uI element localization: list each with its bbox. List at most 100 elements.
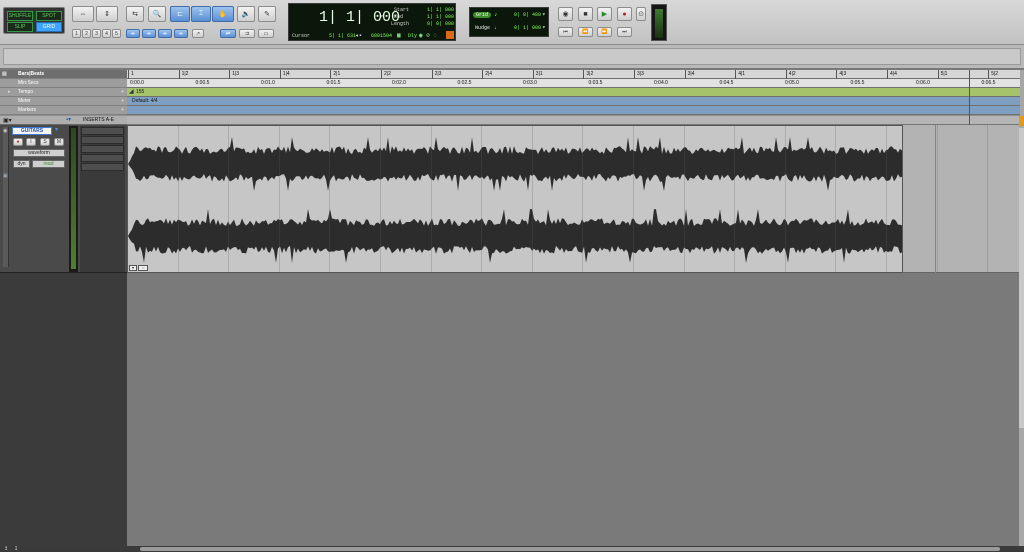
ruler-label-bars[interactable]: ▤ Bars|Beats [0, 70, 127, 79]
selector-tool-button[interactable]: ⌶ [191, 6, 211, 22]
end-value[interactable]: 1| 1| 000 [427, 14, 454, 20]
vertical-scrollbar[interactable] [1019, 116, 1024, 546]
main-counter-display: 1| 1| 000 ▾ Start End Length 1| 1| 000 1… [288, 3, 456, 41]
magnifier-tool-icon[interactable]: 🔍 [148, 6, 166, 22]
meter-ruler[interactable]: Default: 4/4 [127, 97, 1020, 106]
tool-option-4[interactable]: ⇹ [174, 29, 188, 38]
zoom-preset-5[interactable]: 5 [112, 29, 121, 38]
zoom-preset-2[interactable]: 2 [82, 29, 91, 38]
trim-tool-button[interactable]: ⊏ [170, 6, 190, 22]
ruler-label-tempo[interactable]: ▸ Tempo + [0, 88, 127, 97]
mins-tick: 0:00.5 [195, 80, 210, 86]
record-button[interactable]: ● [617, 7, 632, 21]
nudge-label[interactable]: Nudge [475, 25, 490, 31]
record-arm-button[interactable]: ● [13, 138, 23, 146]
insert-slot-a[interactable] [81, 127, 124, 135]
mins-ruler[interactable]: 0:00.0 0:00.5 0:01.0 0:01.5 0:02.0 0:02.5 0:03… [127, 79, 1020, 88]
wait-button[interactable]: ⊙ [636, 7, 646, 21]
track-lane-guitars[interactable]: ▾ ⇔ [127, 125, 1020, 273]
audio-clip[interactable]: ▾ ⇔ [127, 125, 903, 273]
track-name-field[interactable]: GUITARS [12, 127, 52, 135]
track-menu-icon[interactable]: ▣▾ [3, 117, 12, 124]
h-scroll-thumb[interactable] [140, 547, 1000, 551]
universe-view[interactable] [3, 48, 1021, 65]
bars-ruler[interactable]: 1 1|2 1|3 1|4 2|1 2|2 2|3 2|4 3|1 3|2 3|3 3|4 4|1 4|2… [127, 70, 1020, 79]
automation-mode-selector[interactable]: read [32, 160, 65, 168]
grid-value[interactable]: 0| 0| 480 [514, 12, 541, 18]
markers-ruler[interactable] [127, 106, 1020, 115]
link-track-button[interactable]: ⇉ [239, 29, 255, 38]
zoom-preset-4[interactable]: 4 [102, 29, 111, 38]
bars-tick: 5|2 [988, 70, 998, 79]
add-tempo-icon[interactable]: + [121, 88, 124, 96]
scroll-left-icon[interactable]: ↥ [4, 546, 8, 552]
ruler-scroll-corner[interactable] [1020, 70, 1024, 116]
tempo-marker-icon[interactable]: ◢ [129, 88, 134, 95]
zoomer-tool-button[interactable]: ⇆ [126, 6, 144, 22]
zoom-vertical-button[interactable]: ⇕ [96, 6, 118, 22]
spot-mode-button[interactable]: SPOT [36, 11, 62, 21]
clip-gain-icon[interactable]: ▾ [129, 265, 137, 271]
add-meter-icon[interactable]: + [121, 97, 124, 105]
mute-button[interactable]: M [54, 138, 64, 146]
scroll-down-icon[interactable]: ↧ [14, 546, 18, 552]
grid-label[interactable]: Grid [473, 12, 492, 18]
scrubber-tool-button[interactable]: 🔈 [237, 6, 255, 22]
playlist-dyn-button[interactable]: dyn [13, 160, 30, 168]
shuffle-mode-button[interactable]: SHUFFLE [7, 11, 33, 21]
track-dropdown-icon[interactable]: ▾ [55, 126, 58, 133]
nudge-value[interactable]: 0| 1| 000 [514, 25, 541, 31]
tempo-value: 155 [136, 89, 145, 95]
counter-dropdown-icon[interactable]: ▾ [380, 13, 384, 20]
return-to-zero-button[interactable]: ⏮ [558, 27, 573, 37]
input-monitor-button[interactable]: I [26, 138, 36, 146]
zoom-preset-3[interactable]: 3 [92, 29, 101, 38]
rewind-button[interactable]: ⏪ [578, 27, 593, 37]
mins-tick: 0:04.0 [654, 80, 668, 86]
tool-option-3[interactable]: ⇹ [158, 29, 172, 38]
horizontal-scrollbar[interactable]: ↥ ↧ [0, 546, 1024, 552]
length-value[interactable]: 0| 0| 000 [427, 21, 454, 27]
go-to-end-button[interactable]: ⏭ [617, 27, 632, 37]
nudge-dropdown-icon[interactable]: ▾ [542, 24, 546, 31]
clip-expand-icon[interactable]: ⇔ [138, 265, 148, 271]
pencil-tool-icon[interactable]: ✎ [258, 6, 276, 22]
ruler-label-markers[interactable]: Markers + [0, 106, 127, 115]
insertion-follows-button[interactable]: ▭ [258, 29, 274, 38]
ruler-label-mins[interactable]: Min:Secs [0, 79, 127, 88]
insert-slot-b[interactable] [81, 136, 124, 144]
inserts-column-label[interactable]: INSERTS A-E [83, 117, 114, 123]
ruler-label-meter[interactable]: Meter + [0, 97, 127, 106]
scroll-thumb[interactable] [1019, 128, 1024, 428]
main-counter-value[interactable]: 1| 1| 000 [319, 9, 400, 26]
insert-slot-d[interactable] [81, 154, 124, 162]
solo-button[interactable]: S [40, 138, 50, 146]
track-view-selector[interactable]: waveform [13, 149, 65, 157]
ruler-menu-icon[interactable]: ▤ [2, 70, 7, 78]
track-level-meter-fill [71, 128, 76, 269]
zoom-preset-1[interactable]: 1 [72, 29, 81, 38]
zoom-in-horizontal-button[interactable]: ⇔ [72, 6, 94, 22]
grabber-tool-button[interactable]: ✋ [212, 6, 234, 22]
online-button[interactable]: ◉ [558, 7, 573, 21]
grid-mode-button[interactable]: GRID [36, 22, 62, 32]
insert-slot-e[interactable] [81, 163, 124, 171]
track-guitars[interactable]: GUITARS ▾ ● I S M waveform dyn read ◉ ▣ [0, 125, 127, 273]
fast-forward-button[interactable]: ⏩ [597, 27, 612, 37]
start-value[interactable]: 1| 1| 000 [427, 7, 454, 13]
tempo-ruler[interactable]: ◢ 155 [127, 88, 1020, 97]
insert-slot-c[interactable] [81, 145, 124, 153]
link-timeline-button[interactable]: ⇄ [220, 29, 236, 38]
zoom-track-height-button[interactable] [1019, 116, 1024, 126]
column-expand-icon[interactable]: ▪▾ [66, 116, 71, 123]
stop-button[interactable]: ■ [578, 7, 593, 21]
expand-triangle-icon[interactable]: ▸ [8, 88, 11, 96]
play-button[interactable]: ▶ [597, 7, 612, 21]
add-marker-icon[interactable]: + [121, 106, 124, 114]
tool-option-1[interactable]: ⇹ [126, 29, 140, 38]
tool-option-5[interactable]: ↗ [192, 29, 204, 38]
tool-option-2[interactable]: ⇹ [142, 29, 156, 38]
grid-dropdown-icon[interactable]: ▾ [542, 11, 546, 18]
slip-mode-button[interactable]: SLIP [7, 22, 33, 32]
edit-window[interactable]: ▾ ⇔ [127, 116, 1020, 546]
